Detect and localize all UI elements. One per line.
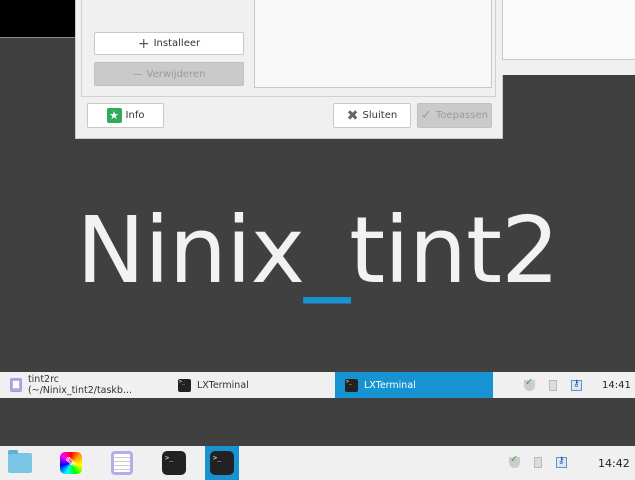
apply-label: Toepassen (435, 110, 488, 121)
package-list[interactable] (254, 0, 492, 88)
launcher-terminal-active[interactable]: >_ (205, 446, 239, 480)
close-label: Sluiten (362, 110, 398, 121)
text-editor-icon (111, 451, 133, 475)
battery-icon[interactable] (534, 457, 542, 468)
terminal-icon: >_ (162, 451, 186, 475)
bottom-panel: ✎ >_ >_ 14:42 (0, 446, 635, 480)
background-window[interactable] (497, 0, 635, 75)
terminal-icon: >_ (210, 451, 234, 475)
battery-icon[interactable] (549, 380, 557, 391)
install-label: Installeer (153, 38, 201, 49)
launcher-terminal[interactable]: >_ (157, 446, 191, 480)
brand-separator: _ (304, 197, 350, 304)
remove-button[interactable]: — Verwijderen (94, 62, 244, 86)
clock[interactable]: 14:42 (598, 457, 630, 470)
remove-label: Verwijderen (146, 68, 206, 80)
system-tray (509, 454, 581, 468)
install-button[interactable]: + Installeer (94, 32, 244, 55)
task-label: LXTerminal (197, 379, 249, 391)
launcher-paint[interactable]: ✎ (54, 446, 88, 480)
text-editor-icon (10, 378, 22, 392)
task-label: LXTerminal (364, 379, 416, 391)
close-button[interactable]: ✖ Sluiten (333, 103, 411, 128)
launcher-file-manager[interactable] (3, 446, 37, 480)
task-lxterminal-1[interactable]: >_ LXTerminal (168, 372, 333, 398)
star-icon: ★ (106, 108, 122, 123)
task-label: tint2rc (~/Ninix_tint2/taskb... (27, 374, 133, 396)
close-icon: ✖ (346, 107, 359, 124)
launcher-text-editor[interactable] (105, 446, 139, 480)
security-shield-icon[interactable] (509, 454, 520, 468)
paint-brush-icon: ✎ (60, 452, 82, 474)
settings-dialog: + Installeer — Verwijderen ★ Info ✖ Slui… (75, 0, 503, 139)
keyring-icon[interactable] (571, 379, 582, 391)
desktop-brand-text: Ninix_tint2 (0, 196, 635, 306)
plus-icon: + (137, 35, 150, 52)
dialog-content-frame: + Installeer — Verwijderen (81, 0, 496, 97)
security-shield-icon[interactable] (524, 377, 535, 391)
check-icon: ✓ (421, 108, 432, 123)
task-tint2rc[interactable]: tint2rc (~/Ninix_tint2/taskb... (0, 372, 165, 398)
info-label: Info (125, 110, 145, 121)
clock[interactable]: 14:41 (602, 380, 631, 391)
folder-icon (8, 450, 32, 473)
system-tray (524, 377, 596, 391)
terminal-icon: >_ (178, 378, 191, 392)
apply-button[interactable]: ✓ Toepassen (417, 103, 492, 128)
minus-icon: — (132, 68, 143, 80)
info-button[interactable]: ★ Info (87, 103, 164, 128)
taskbar-top: tint2rc (~/Ninix_tint2/taskb... >_ LXTer… (0, 372, 635, 398)
keyring-icon[interactable] (556, 456, 567, 468)
terminal-icon: >_ (345, 378, 358, 392)
brand-left: Ninix (76, 197, 305, 304)
brand-right: tint2 (349, 197, 560, 304)
task-lxterminal-2[interactable]: >_ LXTerminal (335, 372, 493, 398)
